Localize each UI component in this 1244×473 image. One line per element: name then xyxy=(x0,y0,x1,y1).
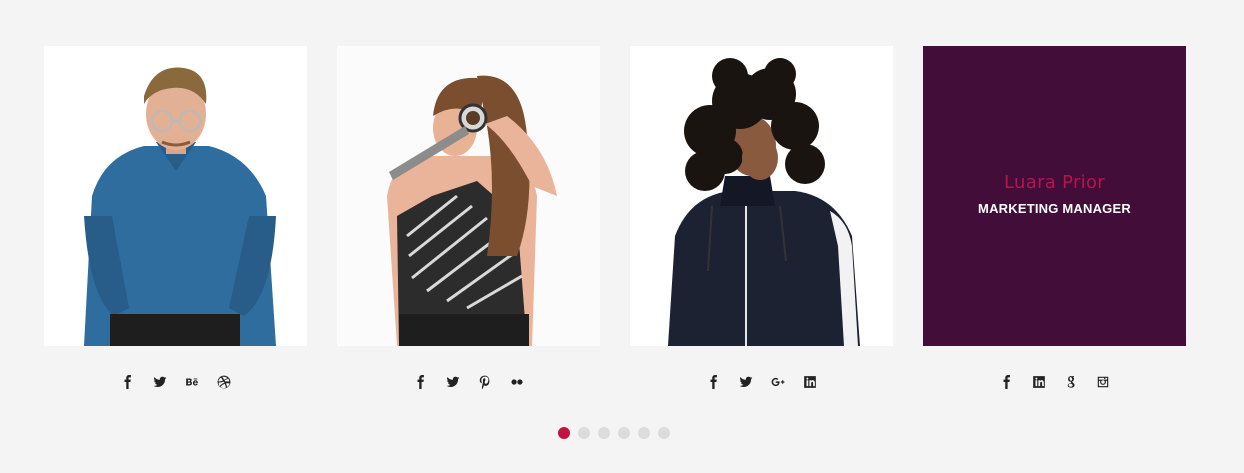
pagination-dot-6[interactable] xyxy=(658,427,670,439)
facebook-icon[interactable] xyxy=(998,373,1016,391)
social-links xyxy=(44,372,307,392)
linkedin-icon[interactable] xyxy=(1030,373,1048,391)
team-member-card[interactable]: Luara Prior MARKETING MANAGER xyxy=(923,46,1186,346)
dribbble-icon[interactable] xyxy=(215,373,233,391)
pagination-dot-4[interactable] xyxy=(618,427,630,439)
pagination-dot-2[interactable] xyxy=(578,427,590,439)
twitter-icon[interactable] xyxy=(444,373,462,391)
facebook-icon[interactable] xyxy=(705,373,723,391)
twitter-icon[interactable] xyxy=(151,373,169,391)
flickr-icon[interactable] xyxy=(508,373,526,391)
member-info: Luara Prior MARKETING MANAGER xyxy=(923,172,1186,216)
team-member-card[interactable] xyxy=(337,46,600,346)
facebook-icon[interactable] xyxy=(119,373,137,391)
member-name[interactable]: Luara Prior xyxy=(923,172,1186,193)
pagination-dot-5[interactable] xyxy=(638,427,650,439)
woman-magnifying-glass-photo xyxy=(337,46,600,346)
linkedin-icon[interactable] xyxy=(801,373,819,391)
carousel-pagination xyxy=(558,427,670,439)
team-member-card[interactable] xyxy=(44,46,307,346)
man-blue-shirt-glasses-photo xyxy=(44,46,307,346)
social-links xyxy=(337,372,600,392)
pinterest-icon[interactable] xyxy=(476,373,494,391)
google-icon[interactable] xyxy=(1062,373,1080,391)
team-member-card[interactable] xyxy=(630,46,893,346)
social-links xyxy=(923,372,1186,392)
google-plus-icon[interactable] xyxy=(769,373,787,391)
instagram-icon[interactable] xyxy=(1094,373,1112,391)
pagination-dot-3[interactable] xyxy=(598,427,610,439)
behance-icon[interactable] xyxy=(183,373,201,391)
facebook-icon[interactable] xyxy=(412,373,430,391)
member-role: MARKETING MANAGER xyxy=(978,201,1131,216)
man-curly-hair-jacket-photo xyxy=(630,46,893,346)
pagination-dot-1[interactable] xyxy=(558,427,570,439)
social-links xyxy=(630,372,893,392)
twitter-icon[interactable] xyxy=(737,373,755,391)
